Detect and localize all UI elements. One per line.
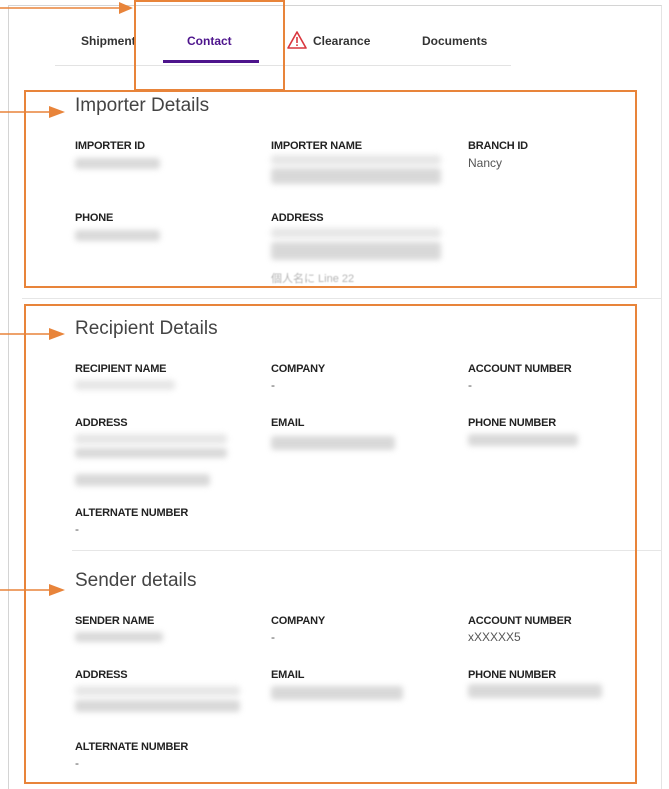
arrow-right-icon xyxy=(0,328,65,340)
contact-tab-highlight-box xyxy=(134,0,285,91)
tab-label: Documents xyxy=(422,34,488,48)
tab-label: Shipment xyxy=(81,34,136,48)
arrow-right-icon xyxy=(0,106,65,118)
tab-label: Clearance xyxy=(313,34,371,48)
importer-details-highlight-box xyxy=(24,90,637,288)
recipient-sender-highlight-box xyxy=(24,304,637,784)
tab-shipment[interactable]: Shipment xyxy=(81,28,136,64)
arrow-right-icon xyxy=(0,2,133,14)
warning-triangle-icon xyxy=(287,31,307,49)
tab-clearance[interactable]: Clearance xyxy=(313,28,370,64)
tab-documents[interactable]: Documents xyxy=(422,28,487,64)
arrow-right-icon xyxy=(0,584,65,596)
section-divider xyxy=(22,298,662,299)
